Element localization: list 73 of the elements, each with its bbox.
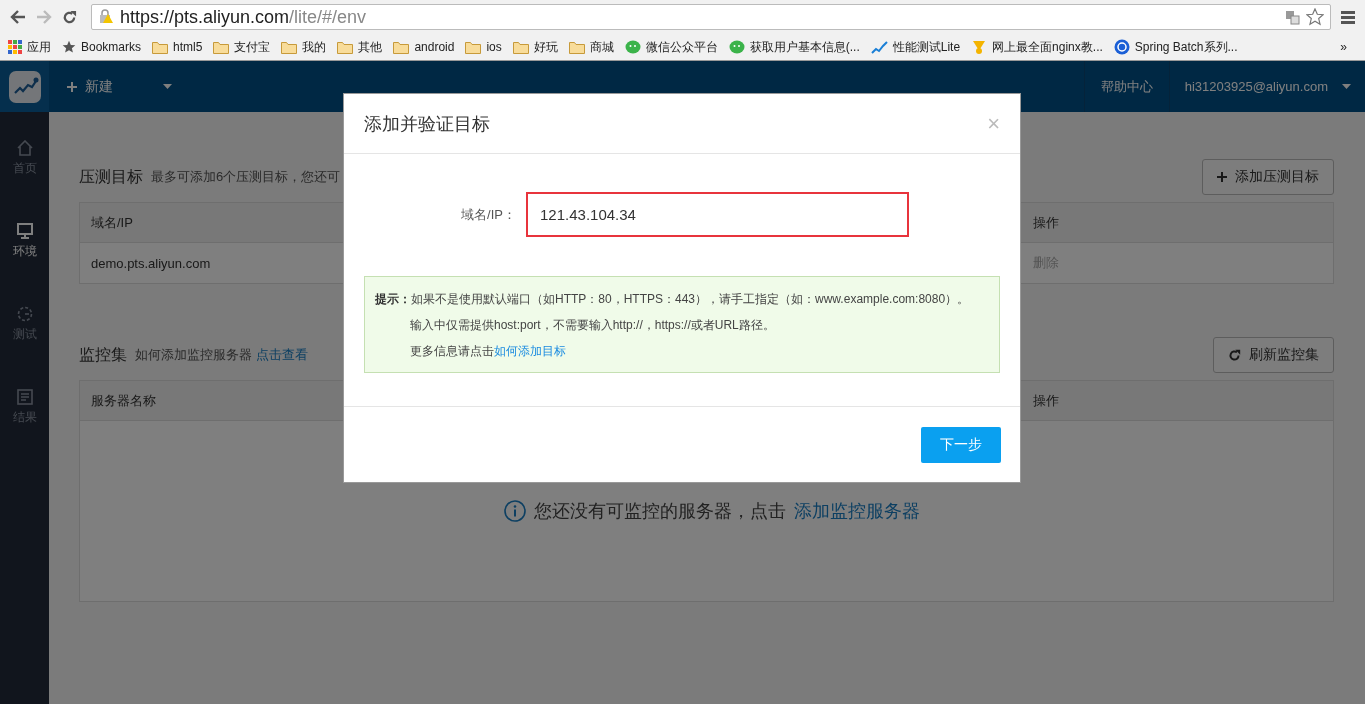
caret-icon	[1342, 84, 1351, 89]
bookmark-item[interactable]: 应用	[8, 38, 51, 56]
translate-icon[interactable]	[1285, 9, 1300, 25]
folder-icon	[281, 40, 298, 54]
trend-line-icon	[870, 40, 888, 54]
folder-icon	[465, 40, 482, 54]
star-icon	[62, 40, 76, 54]
chat-bubble-icon	[728, 39, 745, 55]
tip-text: 输入中仅需提供host:port，不需要输入http://，https://或者URL路径。	[410, 318, 775, 332]
bookmark-item[interactable]: Bookmarks	[62, 40, 142, 54]
folder-icon	[568, 40, 585, 54]
section-title: 压测目标	[79, 166, 143, 187]
logo-icon[interactable]	[8, 70, 41, 103]
section-note: 如何添加监控服务器	[135, 346, 252, 364]
sidebar-item[interactable]: 环境	[0, 223, 49, 260]
table-cell: demo.pts.aliyun.com	[91, 255, 211, 271]
folder-icon	[393, 40, 410, 54]
user-menu[interactable]: hi31203925@aliyun.com	[1169, 79, 1365, 94]
refresh-icon	[1228, 348, 1241, 362]
bookmark-item[interactable]: 我的	[281, 38, 327, 56]
empty-message: 您还没有可监控的服务器，点击	[533, 500, 786, 523]
help-link[interactable]: 如何添加目标	[494, 344, 566, 358]
column-header: 域名/IP	[91, 213, 133, 232]
folder-icon	[213, 40, 230, 54]
back-icon[interactable]	[10, 10, 26, 24]
add-target-button[interactable]: 添加压测目标	[1202, 159, 1334, 195]
field-label: 域名/IP：	[460, 205, 517, 224]
section-note: 最多可添加6个压测目标，您还可	[151, 168, 341, 186]
home-icon	[16, 140, 33, 156]
bookmark-item[interactable]: 支付宝	[213, 38, 271, 56]
section-title: 监控集	[79, 344, 127, 365]
caret-icon[interactable]	[163, 84, 172, 89]
menu-icon[interactable]	[1341, 10, 1355, 24]
gauge-icon	[16, 306, 33, 322]
folder-icon	[512, 40, 529, 54]
monitor-icon	[16, 223, 33, 239]
bookmark-item[interactable]: android	[393, 40, 455, 54]
apps-grid-icon	[8, 40, 22, 54]
bookmark-item[interactable]: 网上最全面nginx教...	[971, 38, 1103, 56]
folder-icon	[337, 40, 354, 54]
bookmark-item[interactable]: Spring Batch系列...	[1113, 38, 1238, 56]
bookmark-item[interactable]: ios	[465, 40, 502, 54]
bookmark-item[interactable]: 微信公众平台	[624, 38, 718, 56]
info-icon	[503, 500, 526, 522]
reload-icon[interactable]	[62, 9, 77, 25]
chat-bubble-icon	[624, 39, 641, 55]
lock-warning-icon	[98, 9, 114, 25]
bookmark-item[interactable]: 性能测试Lite	[870, 38, 961, 56]
url-text: https://pts.aliyun.com/lite/#/env	[120, 6, 367, 28]
bookmark-item[interactable]: 其他	[337, 38, 383, 56]
bookmark-item[interactable]: 商城	[568, 38, 614, 56]
round-app-icon	[1113, 39, 1130, 55]
tip-text: 更多信息请点击	[410, 344, 494, 358]
bookmark-item[interactable]: 获取用户基本信息(...	[728, 38, 860, 56]
dialog-title: 添加并验证目标	[364, 112, 490, 136]
bookmark-item[interactable]: 好玩	[512, 38, 558, 56]
bookmark-item[interactable]: html5	[152, 40, 203, 54]
refresh-button[interactable]: 刷新监控集	[1213, 337, 1334, 373]
folder-icon	[152, 40, 169, 54]
plus-icon	[1217, 172, 1227, 182]
tip-label: 提示：	[375, 292, 411, 306]
host-input-field[interactable]: 121.43.104.34	[526, 192, 909, 237]
bell-icon	[971, 39, 988, 55]
address-bar[interactable]: https://pts.aliyun.com/lite/#/env	[91, 4, 1331, 30]
document-icon	[16, 389, 33, 405]
plus-icon	[67, 81, 77, 92]
column-header: 操作	[1033, 213, 1060, 232]
column-header: 服务器名称	[91, 391, 156, 410]
column-header: 操作	[1033, 391, 1060, 410]
star-icon[interactable]	[1306, 8, 1324, 26]
tip-text: 如果不是使用默认端口（如HTTP：80，HTTPS：443），请手工指定（如：www.example.com:8080）。	[411, 292, 970, 306]
new-menu-button[interactable]: 新建	[67, 77, 113, 96]
overflow-chevron[interactable]: »	[1340, 40, 1347, 54]
